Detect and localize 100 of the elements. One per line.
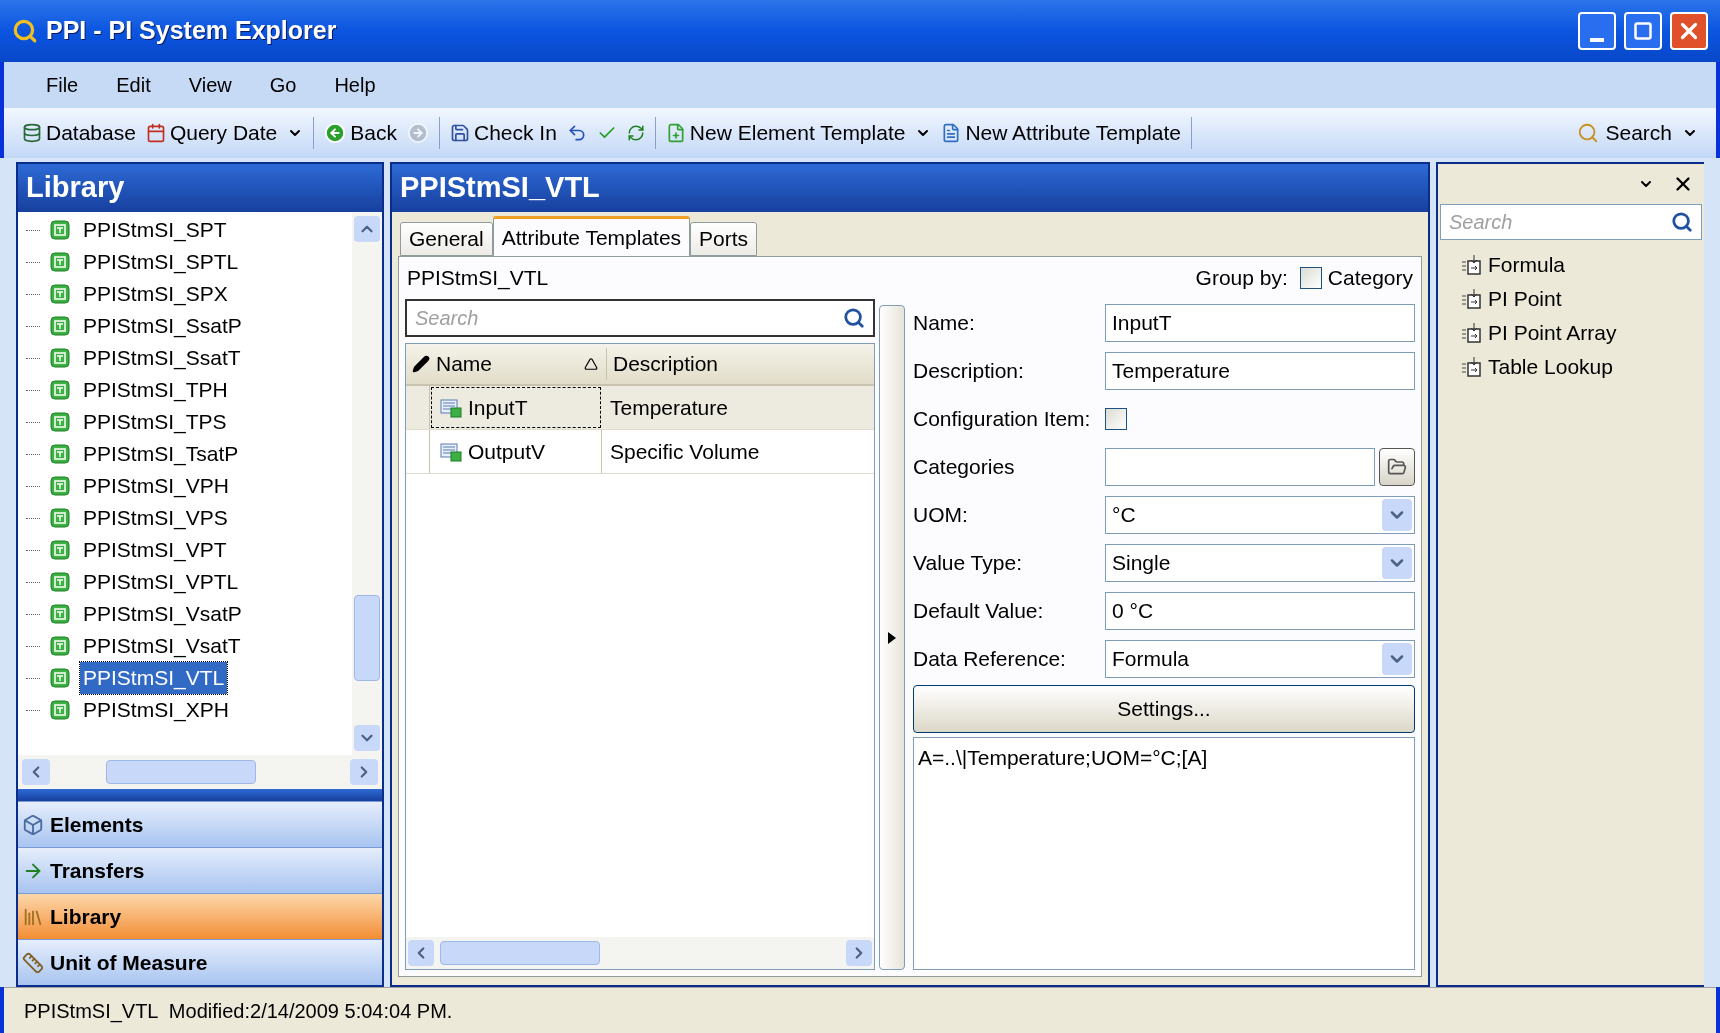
navigation-button[interactable]: Transfers xyxy=(18,847,382,893)
tree-item[interactable]: PPIStmSI_VsatT xyxy=(80,630,244,662)
dropdown-field[interactable]: °C xyxy=(1105,496,1415,534)
tree-item[interactable]: PPIStmSI_VTL xyxy=(80,662,228,694)
config-string-box[interactable]: A=..\|Temperature;UOM=°C;[A] xyxy=(913,737,1415,970)
tree-item[interactable]: PPIStmSI_SsatP xyxy=(80,310,245,342)
search-field[interactable]: Search xyxy=(405,299,875,337)
toolbar-button[interactable]: Database xyxy=(22,117,136,149)
search-field[interactable]: Search xyxy=(1440,204,1702,240)
tree-item[interactable]: PPIStmSI_VPH xyxy=(80,470,232,502)
ruler-icon xyxy=(22,951,44,974)
data-reference-item[interactable]: Formula xyxy=(1488,249,1566,281)
field-label: Configuration Item: xyxy=(913,406,1092,433)
attribute-icon xyxy=(440,397,462,418)
search-input[interactable]: Search xyxy=(415,303,843,333)
expand-arrow-icon xyxy=(888,631,896,644)
tree-item[interactable]: PPIStmSI_SPX xyxy=(80,278,231,310)
text-field[interactable]: Temperature xyxy=(1105,352,1415,390)
dropdown-field[interactable]: Formula xyxy=(1105,640,1415,678)
scrollbar-thumb[interactable] xyxy=(354,595,380,681)
toolbar-button[interactable]: New Element Template xyxy=(665,117,906,149)
toolbar-icon-button[interactable] xyxy=(626,124,645,142)
sort-ascending-icon xyxy=(584,357,598,371)
table-row[interactable]: OutputV Specific Volume xyxy=(406,430,874,474)
menu-item[interactable]: Edit xyxy=(116,70,151,100)
navigation-button[interactable]: Unit of Measure xyxy=(18,939,382,985)
table-cell-text: Temperature xyxy=(609,394,728,421)
field-label: Description: xyxy=(913,358,1025,385)
toolbar-button[interactable]: Check In xyxy=(450,117,557,149)
toolbar-button[interactable]: Query Date xyxy=(145,117,278,149)
text-field[interactable]: InputT xyxy=(1105,304,1415,342)
toolbar-button[interactable]: Back xyxy=(324,117,397,149)
field-label: Name: xyxy=(913,310,976,337)
table-cell-text: InputT xyxy=(468,394,528,421)
template-icon xyxy=(50,284,70,304)
tree-item[interactable]: PPIStmSI_VPT xyxy=(80,534,230,566)
tree-item[interactable]: PPIStmSI_SsatT xyxy=(80,342,244,374)
data-reference-item[interactable]: Table Lookup xyxy=(1488,351,1613,383)
tree-item[interactable]: PPIStmSI_VPS xyxy=(80,502,231,534)
data-reference-icon xyxy=(1460,356,1482,378)
search-icon xyxy=(1671,211,1693,233)
navigation-button[interactable]: Elements xyxy=(18,801,382,847)
menu-item[interactable]: View xyxy=(188,70,232,100)
template-icon xyxy=(50,220,70,240)
tree-item[interactable]: PPIStmSI_TPH xyxy=(80,374,231,406)
template-icon xyxy=(50,636,70,656)
maximize-button[interactable] xyxy=(1624,12,1662,50)
close-button[interactable] xyxy=(1670,12,1708,50)
settings-button[interactable]: Settings... xyxy=(913,685,1415,733)
browse-button[interactable] xyxy=(1379,448,1415,486)
field-label: Value Type: xyxy=(913,550,1023,577)
save-icon xyxy=(450,123,470,143)
data-reference-item[interactable]: PI Point Array xyxy=(1488,317,1617,349)
tree-item[interactable]: PPIStmSI_SPTL xyxy=(80,246,242,278)
pencil-icon xyxy=(412,355,430,373)
template-icon xyxy=(50,412,70,432)
minimize-button[interactable] xyxy=(1578,12,1616,50)
attribute-icon xyxy=(440,441,462,462)
template-icon xyxy=(50,540,70,560)
template-icon xyxy=(50,572,70,592)
data-reference-item[interactable]: PI Point xyxy=(1488,283,1562,315)
tree-item[interactable]: PPIStmSI_XPH xyxy=(80,694,232,726)
horizontal-scrollbar[interactable] xyxy=(406,937,874,969)
text-field[interactable] xyxy=(1105,448,1375,486)
tree-item[interactable]: PPIStmSI_SPT xyxy=(80,214,230,246)
menu-item[interactable]: File xyxy=(46,70,79,100)
menu-item[interactable]: Help xyxy=(334,70,376,100)
horizontal-scrollbar[interactable] xyxy=(18,755,382,789)
toolbar-button[interactable]: New Attribute Template xyxy=(941,117,1181,149)
text-field[interactable]: 0 °C xyxy=(1105,592,1415,630)
tab[interactable]: Ports xyxy=(690,222,758,256)
tree-item[interactable]: PPIStmSI_VPTL xyxy=(80,566,242,598)
tab[interactable]: Attribute Templates xyxy=(492,216,691,256)
template-icon xyxy=(50,700,70,720)
tree-item[interactable]: PPIStmSI_TsatP xyxy=(80,438,242,470)
menu-item[interactable]: Go xyxy=(269,70,297,100)
column-header[interactable]: Name xyxy=(436,348,606,380)
search-icon xyxy=(843,307,865,329)
maximize-icon xyxy=(1633,21,1653,41)
window-title: PPI - PI System Explorer xyxy=(46,15,337,47)
undo-icon xyxy=(566,123,587,143)
toolbar-search-button[interactable]: Search xyxy=(1577,117,1672,149)
toolbar-icon-button[interactable] xyxy=(566,123,587,143)
minimize-icon xyxy=(1590,38,1604,42)
checkbox[interactable] xyxy=(1299,267,1322,289)
tree-item[interactable]: PPIStmSI_TPS xyxy=(80,406,230,438)
dropdown-field[interactable]: Single xyxy=(1105,544,1415,582)
data-reference-icon xyxy=(1460,322,1482,344)
vertical-scrollbar[interactable] xyxy=(352,212,382,755)
search-input[interactable]: Search xyxy=(1449,207,1671,237)
column-header[interactable]: Description xyxy=(606,348,874,380)
tab[interactable]: General xyxy=(400,222,493,256)
template-name: PPIStmSI_VTL xyxy=(407,265,549,292)
navigation-button[interactable]: Library xyxy=(18,893,382,939)
collapse-splitter[interactable] xyxy=(879,305,905,970)
checkbox[interactable] xyxy=(1105,408,1127,430)
checkbox-label[interactable]: Category xyxy=(1327,262,1413,294)
table-row[interactable]: InputT Temperature xyxy=(406,386,874,430)
tree-item[interactable]: PPIStmSI_VsatP xyxy=(80,598,245,630)
search-icon xyxy=(1577,122,1600,144)
